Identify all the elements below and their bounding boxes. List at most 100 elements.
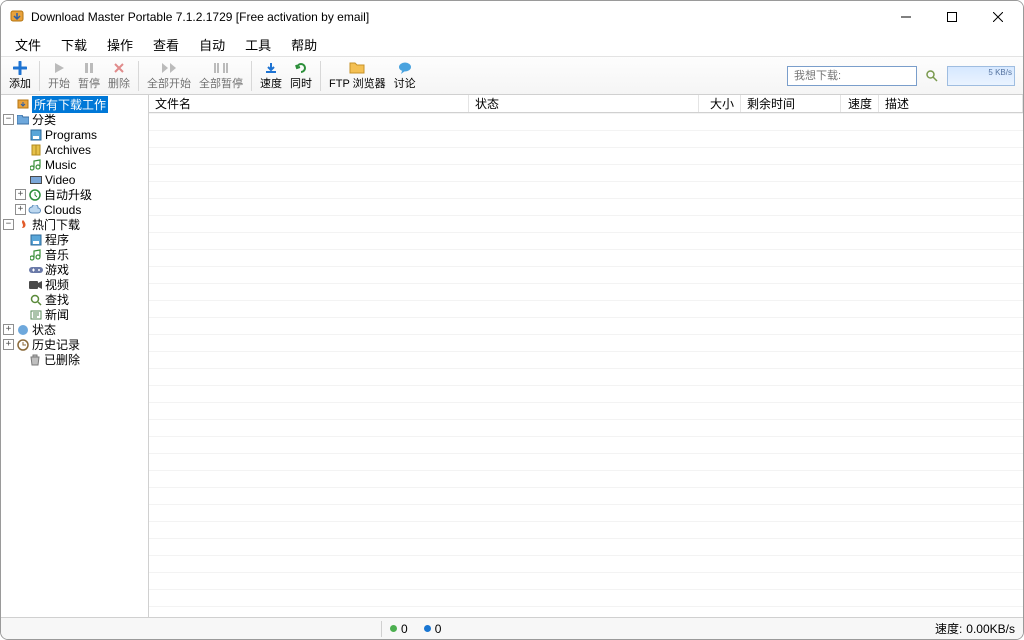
green-dot-icon (390, 625, 397, 632)
tree-popular[interactable]: − 热门下载 (1, 217, 148, 232)
pause-icon (81, 60, 97, 76)
pause-all-icon (213, 60, 229, 76)
col-state[interactable]: 状态 (469, 95, 699, 112)
search-icon[interactable] (925, 69, 939, 83)
tree-music[interactable]: Music (1, 157, 148, 172)
plus-icon (12, 60, 28, 76)
cloud-icon (28, 203, 42, 217)
tree-programs[interactable]: Programs (1, 127, 148, 142)
menu-file[interactable]: 文件 (5, 33, 51, 56)
camera-icon (29, 278, 43, 292)
tree-pop-music[interactable]: 音乐 (1, 247, 148, 262)
folder-icon (16, 113, 30, 127)
menu-help[interactable]: 帮助 (281, 33, 327, 56)
start-all-button[interactable]: 全部开始 (143, 59, 195, 93)
tree-video[interactable]: Video (1, 172, 148, 187)
status-bar: 0 0 速度:0.00KB/s (1, 617, 1023, 639)
expand-icon[interactable]: + (15, 204, 26, 215)
app-window: Download Master Portable 7.1.2.1729 [Fre… (0, 0, 1024, 640)
search-input[interactable] (792, 69, 912, 83)
collapse-icon[interactable]: − (3, 219, 14, 230)
blue-dot-icon (424, 625, 431, 632)
tree-deleted[interactable]: 已删除 (1, 352, 148, 367)
tree-clouds[interactable]: + Clouds (1, 202, 148, 217)
download-icon (16, 98, 30, 112)
col-time-left[interactable]: 剩余时间 (741, 95, 841, 112)
game-icon (29, 263, 43, 277)
speed-graph-label: 5 KB/s (988, 68, 1012, 77)
disk-icon (29, 128, 43, 142)
pause-all-button[interactable]: 全部暂停 (195, 59, 247, 93)
tree-all-jobs[interactable]: 所有下载工作 (1, 97, 148, 112)
col-size[interactable]: 大小 (699, 95, 741, 112)
simultaneous-button[interactable]: 同时 (286, 59, 316, 93)
expand-icon[interactable]: + (3, 339, 14, 350)
music-icon (29, 248, 43, 262)
col-speed[interactable]: 速度 (841, 95, 879, 112)
tree-pop-news[interactable]: 新闻 (1, 307, 148, 322)
disk-icon (29, 233, 43, 247)
delete-button[interactable]: 删除 (104, 59, 134, 93)
col-filename[interactable]: 文件名 (149, 95, 469, 112)
search-box[interactable] (787, 66, 917, 86)
menu-tools[interactable]: 工具 (235, 33, 281, 56)
pause-button[interactable]: 暂停 (74, 59, 104, 93)
window-title: Download Master Portable 7.1.2.1729 [Fre… (31, 10, 369, 24)
archive-icon (29, 143, 43, 157)
chat-icon (397, 60, 413, 76)
menu-action[interactable]: 操作 (97, 33, 143, 56)
menu-auto[interactable]: 自动 (189, 33, 235, 56)
category-tree[interactable]: 所有下载工作 − 分类 Programs Archives Music V (1, 95, 149, 617)
tree-history[interactable]: + 历史记录 (1, 337, 148, 352)
news-icon (29, 308, 43, 322)
status-speed: 速度:0.00KB/s (927, 620, 1023, 637)
menu-download[interactable]: 下载 (51, 33, 97, 56)
play-all-icon (161, 60, 177, 76)
video-icon (29, 173, 43, 187)
status-icon (16, 323, 30, 337)
tree-pop-games[interactable]: 游戏 (1, 262, 148, 277)
refresh-icon (293, 60, 309, 76)
menu-view[interactable]: 查看 (143, 33, 189, 56)
close-button[interactable] (975, 1, 1021, 33)
tree-pop-programs[interactable]: 程序 (1, 232, 148, 247)
status-queued: 0 (416, 622, 450, 636)
menubar: 文件 下载 操作 查看 自动 工具 帮助 (1, 33, 1023, 57)
titlebar[interactable]: Download Master Portable 7.1.2.1729 [Fre… (1, 1, 1023, 33)
trash-icon (28, 353, 42, 367)
history-icon (16, 338, 30, 352)
maximize-button[interactable] (929, 1, 975, 33)
hot-icon (16, 218, 30, 232)
tree-pop-video[interactable]: 视频 (1, 277, 148, 292)
expand-icon[interactable]: + (3, 324, 14, 335)
tree-auto-update[interactable]: + 自动升级 (1, 187, 148, 202)
speed-icon (263, 60, 279, 76)
expand-icon[interactable]: + (15, 189, 26, 200)
music-icon (29, 158, 43, 172)
tree-status[interactable]: + 状态 (1, 322, 148, 337)
discuss-button[interactable]: 讨论 (390, 59, 420, 93)
download-grid[interactable] (149, 113, 1023, 617)
col-desc[interactable]: 描述 (879, 95, 1023, 112)
minimize-button[interactable] (883, 1, 929, 33)
app-icon (9, 9, 25, 25)
add-button[interactable]: 添加 (5, 59, 35, 93)
toolbar: 添加 开始 暂停 删除 全部开始 (1, 57, 1023, 95)
folder-icon (349, 60, 365, 76)
speed-graph[interactable]: 5 KB/s (947, 66, 1015, 86)
ftp-browser-button[interactable]: FTP 浏览器 (325, 59, 390, 93)
delete-icon (111, 60, 127, 76)
search-icon (29, 293, 43, 307)
update-icon (28, 188, 42, 202)
tree-categories[interactable]: − 分类 (1, 112, 148, 127)
column-headers[interactable]: 文件名 状态 大小 剩余时间 速度 描述 (149, 95, 1023, 113)
tree-archives[interactable]: Archives (1, 142, 148, 157)
speed-button[interactable]: 速度 (256, 59, 286, 93)
tree-pop-search[interactable]: 查找 (1, 292, 148, 307)
start-button[interactable]: 开始 (44, 59, 74, 93)
body: 所有下载工作 − 分类 Programs Archives Music V (1, 95, 1023, 617)
status-active: 0 (382, 622, 416, 636)
play-icon (51, 60, 67, 76)
collapse-icon[interactable]: − (3, 114, 14, 125)
download-list-panel: 文件名 状态 大小 剩余时间 速度 描述 (149, 95, 1023, 617)
